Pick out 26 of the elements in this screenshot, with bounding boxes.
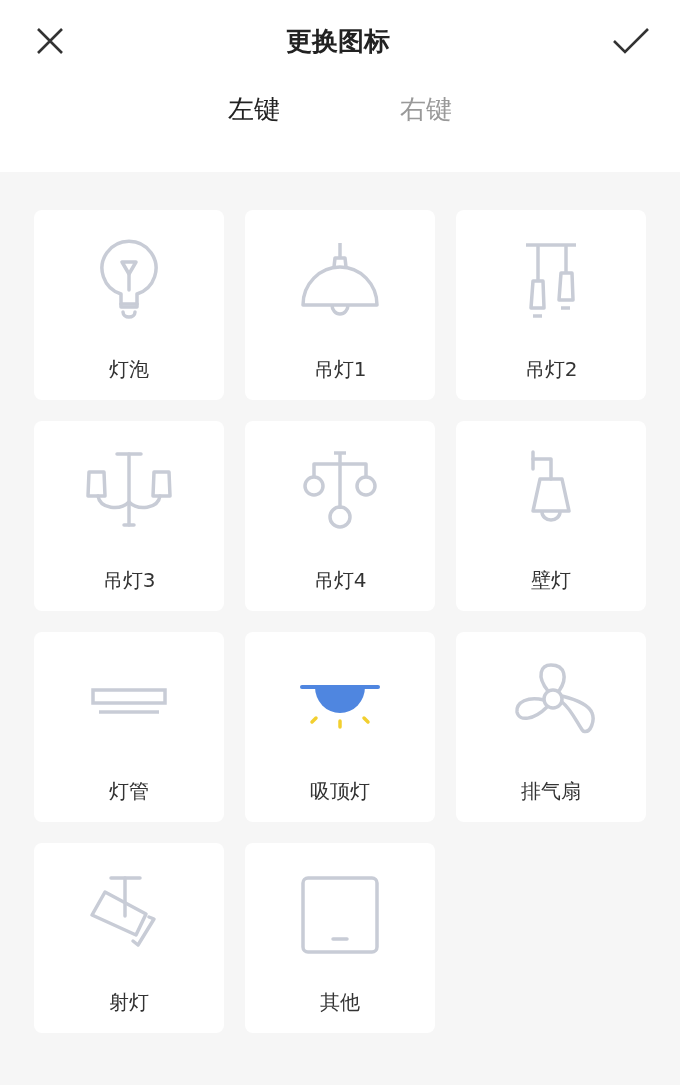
icon-label: 吊灯2 xyxy=(524,356,578,383)
page-title: 更换图标 xyxy=(286,24,390,58)
icon-option-card[interactable]: 其他 xyxy=(245,843,435,1033)
icon-label: 吊灯3 xyxy=(102,567,156,594)
icon-option-card[interactable]: 壁灯 xyxy=(456,421,646,611)
icon-label: 射灯 xyxy=(109,989,149,1016)
confirm-button[interactable] xyxy=(612,27,650,55)
icon-label: 吸顶灯 xyxy=(310,778,370,805)
icon-label: 吊灯4 xyxy=(313,567,367,594)
icon-option-card[interactable]: 吊灯3 xyxy=(34,421,224,611)
icon-option-card[interactable]: 吸顶灯 xyxy=(245,632,435,822)
icon-option-card[interactable]: 射灯 xyxy=(34,843,224,1033)
icon-label: 灯管 xyxy=(109,778,149,805)
icon-option-card[interactable]: 灯泡 xyxy=(34,210,224,400)
icon-label: 其他 xyxy=(320,989,360,1016)
icon-option-card[interactable]: 吊灯4 xyxy=(245,421,435,611)
close-button[interactable] xyxy=(36,27,64,55)
icon-label: 吊灯1 xyxy=(313,356,367,383)
icon-option-card[interactable]: 排气扇 xyxy=(456,632,646,822)
icon-option-card[interactable]: 吊灯1 xyxy=(245,210,435,400)
icon-option-card[interactable]: 灯管 xyxy=(34,632,224,822)
icon-label: 排气扇 xyxy=(521,778,581,805)
icon-option-card[interactable]: 吊灯2 xyxy=(456,210,646,400)
icon-label: 壁灯 xyxy=(531,567,571,594)
tab[interactable]: 左键 xyxy=(228,92,280,127)
icon-label: 灯泡 xyxy=(109,356,149,383)
